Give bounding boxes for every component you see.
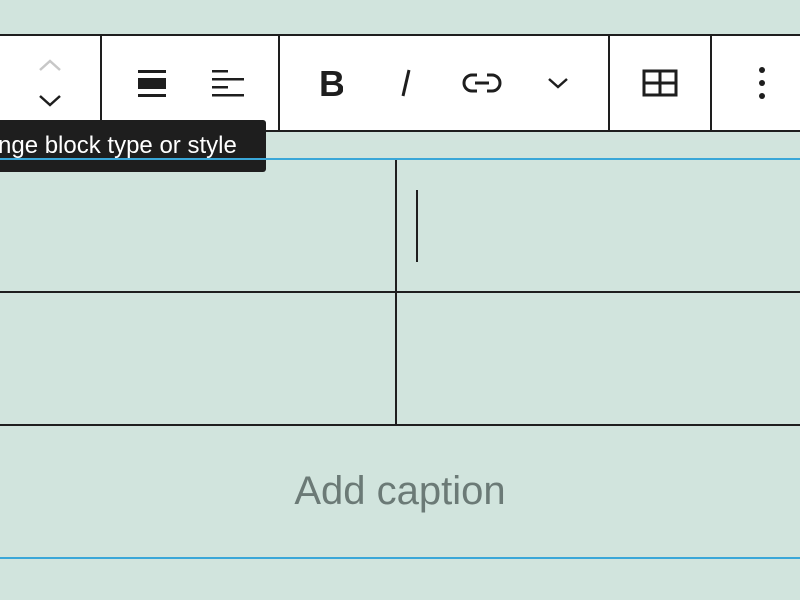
move-up-button[interactable] (20, 48, 80, 82)
edit-table-button[interactable] (630, 36, 690, 130)
align-wide-icon (136, 67, 168, 99)
change-text-alignment-button[interactable] (198, 36, 258, 130)
text-caret (416, 190, 418, 262)
change-alignment-button[interactable] (122, 36, 182, 130)
toolbar-divider (710, 36, 712, 130)
table-icon (642, 69, 678, 97)
link-button[interactable] (452, 36, 512, 130)
table-cell[interactable] (0, 160, 395, 291)
italic-icon (396, 67, 416, 99)
chevron-up-icon (37, 57, 63, 73)
table-row-border (0, 291, 800, 293)
toolbar-divider (100, 36, 102, 130)
svg-text:B: B (319, 67, 343, 99)
align-left-icon (210, 67, 246, 99)
table-cell[interactable] (397, 293, 800, 424)
chevron-down-icon (37, 93, 63, 109)
link-icon (462, 71, 502, 95)
toolbar-divider (278, 36, 280, 130)
caption-selection-outline (0, 557, 800, 559)
caption-field[interactable]: Add caption (0, 426, 800, 556)
options-button[interactable] (732, 36, 792, 130)
table-cell[interactable] (0, 293, 395, 424)
bold-button[interactable]: B (300, 36, 360, 130)
move-down-button[interactable] (20, 84, 80, 118)
toolbar-divider (608, 36, 610, 130)
chevron-down-icon (545, 75, 571, 91)
block-toolbar: B (0, 34, 800, 132)
italic-button[interactable] (376, 36, 436, 130)
more-vertical-icon (757, 65, 767, 101)
more-rich-text-button[interactable] (528, 36, 588, 130)
table-cell[interactable] (397, 160, 800, 291)
caption-placeholder: Add caption (294, 468, 506, 513)
bold-icon: B (317, 67, 343, 99)
